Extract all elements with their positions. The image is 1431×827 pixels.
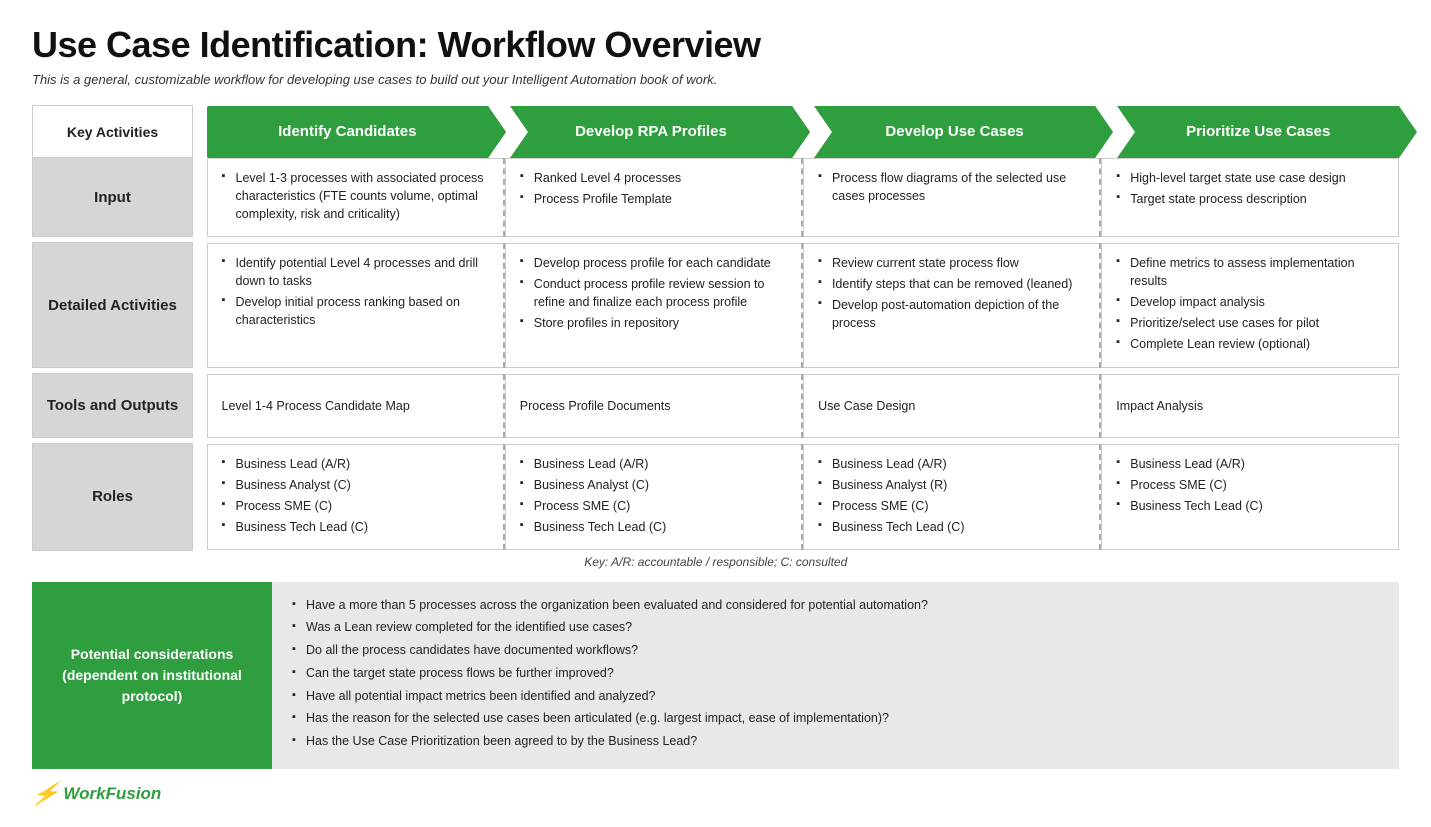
detailed-col-1: Identify potential Level 4 processes and… — [207, 243, 504, 367]
roles-col-2: Business Lead (A/R) Business Analyst (C)… — [505, 444, 802, 550]
input-col-2: Ranked Level 4 processes Process Profile… — [505, 158, 802, 236]
header-col-1: Identify Candidates — [278, 123, 416, 140]
workfusion-logo: ⚡ WorkFusion — [32, 781, 1399, 807]
input-col-3: Process flow diagrams of the selected us… — [804, 158, 1101, 236]
subtitle: This is a general, customizable workflow… — [32, 72, 1399, 87]
header-col-2: Develop RPA Profiles — [575, 123, 727, 140]
input-label: Input — [33, 158, 193, 237]
workfusion-icon: ⚡ — [30, 781, 62, 807]
roles-col-1: Business Lead (A/R) Business Analyst (C)… — [207, 444, 504, 550]
potential-item: Do all the process candidates have docum… — [292, 641, 1379, 660]
detailed-col-4: Define metrics to assess implementation … — [1102, 243, 1399, 367]
tools-outputs-label: Tools and Outputs — [33, 374, 193, 438]
potential-item: Can the target state process flows be fu… — [292, 664, 1379, 683]
roles-col-3: Business Lead (A/R) Business Analyst (R)… — [804, 444, 1101, 550]
potential-item: Have a more than 5 processes across the … — [292, 596, 1379, 615]
detailed-col-2: Develop process profile for each candida… — [505, 243, 802, 367]
input-col-4: High-level target state use case design … — [1102, 158, 1399, 236]
potential-considerations-content: Have a more than 5 processes across the … — [272, 582, 1399, 769]
header-row: Key Activities Identify Candidates Devel… — [33, 106, 1400, 158]
roles-row: Roles Business Lead (A/R) Business Analy… — [33, 444, 1400, 551]
page-title: Use Case Identification: Workflow Overvi… — [32, 24, 1399, 66]
tools-col-4: Impact Analysis — [1102, 374, 1399, 437]
tools-outputs-row: Tools and Outputs Level 1-4 Process Cand… — [33, 374, 1400, 438]
tools-col-3: Use Case Design — [804, 374, 1101, 437]
potential-item: Have all potential impact metrics been i… — [292, 687, 1379, 706]
input-col-1: Level 1-3 processes with associated proc… — [207, 158, 504, 236]
tools-col-2: Process Profile Documents — [505, 374, 802, 437]
roles-label: Roles — [33, 444, 193, 551]
potential-item: Has the Use Case Prioritization been agr… — [292, 732, 1379, 751]
key-activities-label: Key Activities — [33, 106, 193, 158]
potential-considerations-label: Potential considerations (dependent on i… — [32, 582, 272, 769]
potential-item: Has the reason for the selected use case… — [292, 709, 1379, 728]
roles-key: Key: A/R: accountable / responsible; C: … — [584, 551, 847, 575]
workfusion-text: WorkFusion — [63, 784, 161, 804]
potential-considerations-section: Potential considerations (dependent on i… — [32, 582, 1399, 769]
potential-item: Was a Lean review completed for the iden… — [292, 618, 1379, 637]
detailed-activities-label: Detailed Activities — [33, 243, 193, 368]
roles-key-row: Key: A/R: accountable / responsible; C: … — [33, 550, 1400, 572]
detailed-col-3: Review current state process flow Identi… — [803, 243, 1100, 367]
detailed-activities-row: Detailed Activities Identify potential L… — [33, 243, 1400, 368]
header-col-4: Prioritize Use Cases — [1186, 123, 1330, 140]
roles-col-4: Business Lead (A/R) Process SME (C) Busi… — [1102, 444, 1399, 550]
input-row: Input Level 1-3 processes with associate… — [33, 158, 1400, 237]
header-col-3: Develop Use Cases — [885, 123, 1023, 140]
tools-col-1: Level 1-4 Process Candidate Map — [207, 374, 504, 437]
